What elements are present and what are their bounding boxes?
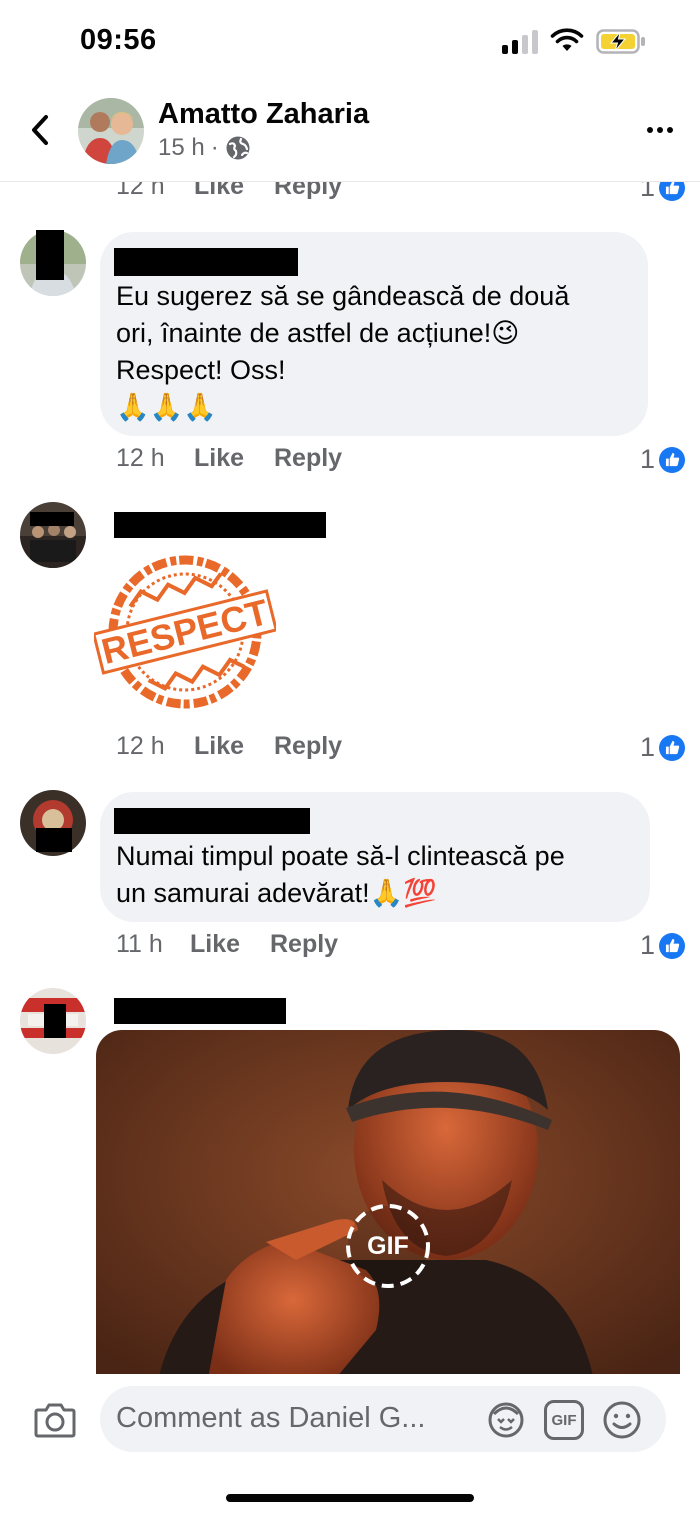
comment-input-placeholder: Comment as Daniel G... (116, 1402, 426, 1434)
thumbs-up-icon (659, 734, 686, 761)
post-meta: 15 h · (158, 134, 251, 162)
pray-hundred-emoji: 🙏💯 (369, 878, 437, 909)
redaction-box (36, 230, 64, 280)
emoji-icon[interactable] (602, 1400, 642, 1440)
redaction-box (30, 512, 74, 526)
status-time: 09:56 (80, 24, 157, 56)
like-button[interactable]: Like (194, 444, 244, 473)
comment-time: 12 h (116, 182, 165, 200)
meta-separator: · (210, 134, 219, 161)
comments-feed[interactable]: 12 h Like Reply 1 Eu sugerez să se gânde… (0, 182, 700, 1374)
reply-button[interactable]: Reply (274, 182, 342, 201)
comment-text: Numai timpul poate să-l clintească pe un… (116, 841, 565, 909)
globe-icon (226, 136, 250, 160)
reaction-count[interactable]: 1 (640, 182, 686, 203)
reaction-count[interactable]: 1 (640, 444, 686, 475)
comment-actions: 12 h Like Reply 1 (0, 444, 700, 480)
reaction-count[interactable]: 1 (640, 930, 686, 961)
gif-button[interactable]: GIF (544, 1400, 584, 1440)
comment-text: Eu sugerez să se gândească de două ori, … (116, 278, 569, 426)
redacted-commenter-name (114, 248, 298, 276)
reply-button[interactable]: Reply (274, 732, 342, 761)
reaction-count[interactable]: 1 (640, 732, 686, 763)
gif-play-badge[interactable]: GIF (344, 1202, 432, 1290)
wifi-icon (550, 28, 584, 51)
more-options-button[interactable] (640, 116, 680, 144)
post-header: Amatto Zaharia 15 h · (0, 84, 700, 182)
redacted-commenter-name (114, 512, 326, 538)
comment-time: 12 h (116, 732, 165, 760)
reply-button[interactable]: Reply (270, 930, 338, 959)
comment-time: 11 h (116, 930, 163, 958)
comment-actions: 11 h Like Reply 1 (0, 930, 700, 966)
reply-button[interactable]: Reply (274, 444, 342, 473)
redaction-box (36, 828, 72, 852)
gif-label: GIF (367, 1231, 409, 1260)
redacted-commenter-name (114, 808, 310, 834)
thumbs-up-icon (659, 932, 686, 959)
back-button[interactable] (22, 110, 58, 150)
comment-actions: 12 h Like Reply 1 (0, 182, 700, 208)
chevron-left-icon (32, 115, 48, 145)
redaction-box (44, 1004, 66, 1038)
status-bar: 09:56 (0, 0, 700, 84)
pray-emoji: 🙏🙏🙏 (116, 392, 217, 423)
like-button[interactable]: Like (190, 930, 240, 959)
author-avatar[interactable] (78, 98, 144, 164)
redacted-commenter-name (114, 998, 286, 1024)
thumbs-up-icon (659, 446, 686, 473)
more-dots-icon (647, 127, 653, 133)
battery-charging-icon (596, 29, 645, 54)
cellular-signal-icon (502, 30, 542, 54)
comment-actions: 12 h Like Reply 1 (0, 732, 700, 768)
wink-emoji: 😉 (491, 318, 520, 349)
respect-sticker[interactable]: RESPECT (91, 552, 279, 712)
avatar-sticker-icon[interactable] (486, 1400, 526, 1440)
like-button[interactable]: Like (194, 732, 244, 761)
camera-icon[interactable] (34, 1400, 76, 1438)
post-age: 15 h (158, 134, 205, 161)
comment-time: 12 h (116, 444, 165, 472)
thumbs-up-icon (659, 182, 686, 201)
like-button[interactable]: Like (194, 182, 244, 201)
author-name[interactable]: Amatto Zaharia (158, 98, 369, 131)
home-indicator (226, 1494, 474, 1502)
